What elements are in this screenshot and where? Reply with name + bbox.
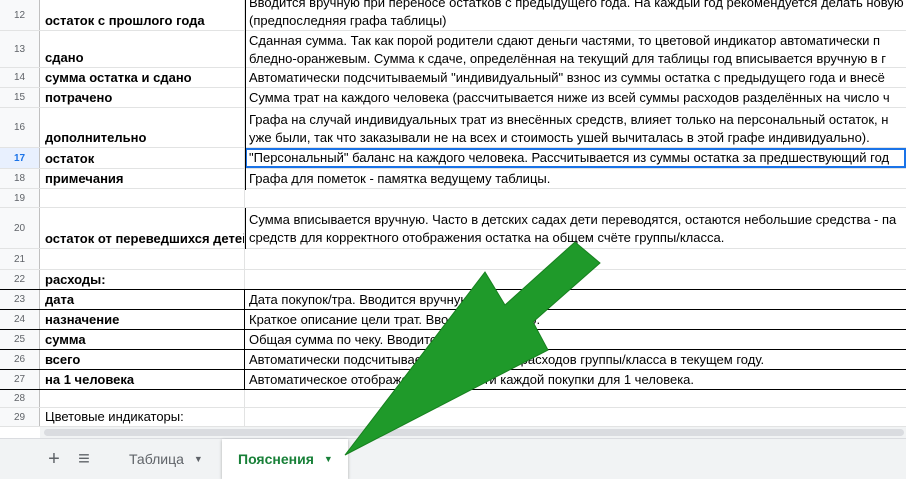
cell-b-line1: Сданная сумма. Так как порой родители сд…	[249, 33, 881, 48]
horizontal-scrollbar[interactable]	[40, 427, 906, 438]
plus-icon: +	[48, 447, 60, 470]
table-row[interactable]: 23 дата Дата покупок/тра. Вводится вручн…	[0, 290, 906, 310]
row-header[interactable]: 24	[0, 310, 40, 329]
column-border	[245, 0, 246, 190]
tab-sheet-table[interactable]: Таблица ▼	[115, 439, 220, 479]
cell-a[interactable]: назначение	[40, 310, 245, 329]
table-row[interactable]: 24 назначение Краткое описание цели трат…	[0, 310, 906, 330]
cell-a[interactable]: сумма остатка и сдано	[40, 68, 245, 87]
cell-b-line1: Графа на случай индивидуальных трат из в…	[249, 112, 889, 127]
cell-b[interactable]: Краткое описание цели трат. Вводится вру…	[245, 310, 906, 329]
table-row[interactable]: 18 примечания Графа для пометок - памятк…	[0, 169, 906, 189]
table-row[interactable]: 19	[0, 189, 906, 208]
table-row[interactable]: 29 Цветовые индикаторы:	[0, 408, 906, 427]
cell-a[interactable]: на 1 человека	[40, 370, 245, 389]
cell-a[interactable]: сдано	[40, 31, 245, 67]
row-header[interactable]: 12	[0, 0, 40, 30]
row-header[interactable]: 21	[0, 249, 40, 269]
cell-b[interactable]: Графа на случай индивидуальных трат из в…	[245, 108, 906, 147]
cell-a[interactable]: всего	[40, 350, 245, 369]
row-header[interactable]: 19	[0, 189, 40, 207]
cell-b[interactable]	[245, 390, 906, 407]
table-row[interactable]: 16 дополнительно Графа на случай индивид…	[0, 108, 906, 148]
table-row[interactable]: 17 остаток "Персональный" баланс на кажд…	[0, 148, 906, 169]
table-row[interactable]: 14 сумма остатка и сдано Автоматически п…	[0, 68, 906, 88]
table-row[interactable]: 21	[0, 249, 906, 270]
cell-b-line2: (предпоследняя графа таблицы)	[249, 13, 447, 28]
cell-a[interactable]	[40, 249, 245, 269]
row-header[interactable]: 22	[0, 270, 40, 289]
cell-b[interactable]: Дата покупок/тра. Вводится вручную.	[245, 290, 906, 309]
row-header[interactable]: 26	[0, 350, 40, 369]
cell-a[interactable]: остаток с прошлого года	[40, 0, 245, 30]
cell-a[interactable]: Цветовые индикаторы:	[40, 408, 245, 426]
cell-a[interactable]: расходы:	[40, 270, 245, 289]
cell-b[interactable]: Автоматически подсчитываемый "индивидуал…	[245, 68, 906, 87]
cell-b-line2: бледно-оранжевым. Сумма к сдаче, определ…	[249, 51, 886, 66]
selected-cell-b[interactable]: "Персональный" баланс на каждого человек…	[245, 148, 906, 168]
cell-b-line1: Сумма вписывается вручную. Часто в детск…	[249, 212, 897, 227]
table-row[interactable]: 27 на 1 человека Автоматическое отображе…	[0, 370, 906, 390]
list-icon: ≡	[78, 447, 90, 470]
row-header[interactable]: 13	[0, 31, 40, 67]
chevron-down-icon[interactable]: ▼	[194, 454, 203, 464]
row-header[interactable]: 16	[0, 108, 40, 147]
row-header[interactable]: 14	[0, 68, 40, 87]
cell-a[interactable]: дополнительно	[40, 108, 245, 147]
cell-b-line1: Вводится вручную при переносе остатков с…	[249, 0, 904, 10]
cell-b[interactable]	[245, 189, 906, 207]
row-header[interactable]: 20	[0, 208, 40, 248]
cell-b[interactable]: Вводится вручную при переносе остатков с…	[245, 0, 906, 30]
table-row[interactable]: 20 остаток от переведшихся детей Сумма в…	[0, 208, 906, 249]
cell-a[interactable]	[40, 390, 245, 407]
cell-b[interactable]: Графа для пометок - памятка ведущему таб…	[245, 169, 906, 188]
cell-a[interactable]: примечания	[40, 169, 245, 188]
table-row[interactable]: 12 остаток с прошлого года Вводится вруч…	[0, 0, 906, 31]
scrollbar-thumb[interactable]	[44, 429, 904, 436]
add-sheet-button[interactable]: +	[44, 447, 64, 470]
cell-b-line2: средств для корректного отображения оста…	[249, 230, 725, 245]
row-header[interactable]: 25	[0, 330, 40, 349]
cell-a[interactable]	[40, 189, 245, 207]
cell-a[interactable]: остаток	[40, 148, 245, 168]
column-border	[245, 208, 246, 249]
row-header[interactable]: 28	[0, 390, 40, 407]
cell-a[interactable]: остаток от переведшихся детей	[40, 208, 245, 248]
row-header[interactable]: 27	[0, 370, 40, 389]
all-sheets-button[interactable]: ≡	[74, 447, 94, 470]
table-row[interactable]: 15 потрачено Сумма трат на каждого челов…	[0, 88, 906, 108]
cell-b[interactable]: Сумма вписывается вручную. Часто в детск…	[245, 208, 906, 248]
row-header[interactable]: 18	[0, 169, 40, 188]
chevron-down-icon[interactable]: ▼	[324, 454, 333, 464]
cell-b[interactable]	[245, 249, 906, 269]
tab-label: Пояснения	[238, 451, 314, 467]
cell-b[interactable]	[245, 408, 906, 426]
row-header[interactable]: 15	[0, 88, 40, 107]
row-header[interactable]: 17	[0, 148, 40, 168]
table-row[interactable]: 25 сумма Общая сумма по чеку. Вводится в…	[0, 330, 906, 350]
table-row[interactable]: 13 сдано Сданная сумма. Так как порой ро…	[0, 31, 906, 68]
row-header[interactable]: 23	[0, 290, 40, 309]
cell-b[interactable]: Сумма трат на каждого человека (рассчиты…	[245, 88, 906, 107]
tab-label: Таблица	[129, 451, 184, 467]
cell-b[interactable]	[245, 270, 906, 289]
table-row[interactable]: 28	[0, 390, 906, 408]
cell-b[interactable]: Автоматически подсчитываемая сумма всех …	[245, 350, 906, 369]
cell-b[interactable]: Автоматическое отображение стоимости каж…	[245, 370, 906, 389]
cell-a[interactable]: дата	[40, 290, 245, 309]
sheet-tabs-bar: + ≡ Таблица ▼ Пояснения ▼	[0, 438, 906, 479]
row-header[interactable]: 29	[0, 408, 40, 426]
table-row[interactable]: 26 всего Автоматически подсчитываемая су…	[0, 350, 906, 370]
table-row[interactable]: 22 расходы:	[0, 270, 906, 290]
cell-b[interactable]: Общая сумма по чеку. Вводится вручную.	[245, 330, 906, 349]
cell-a[interactable]: сумма	[40, 330, 245, 349]
cell-b[interactable]: Сданная сумма. Так как порой родители сд…	[245, 31, 906, 67]
cell-b-line2: уже были, так что заказывали не на всех …	[249, 130, 870, 145]
tab-sheet-explanations[interactable]: Пояснения ▼	[222, 439, 348, 479]
cell-a[interactable]: потрачено	[40, 88, 245, 107]
